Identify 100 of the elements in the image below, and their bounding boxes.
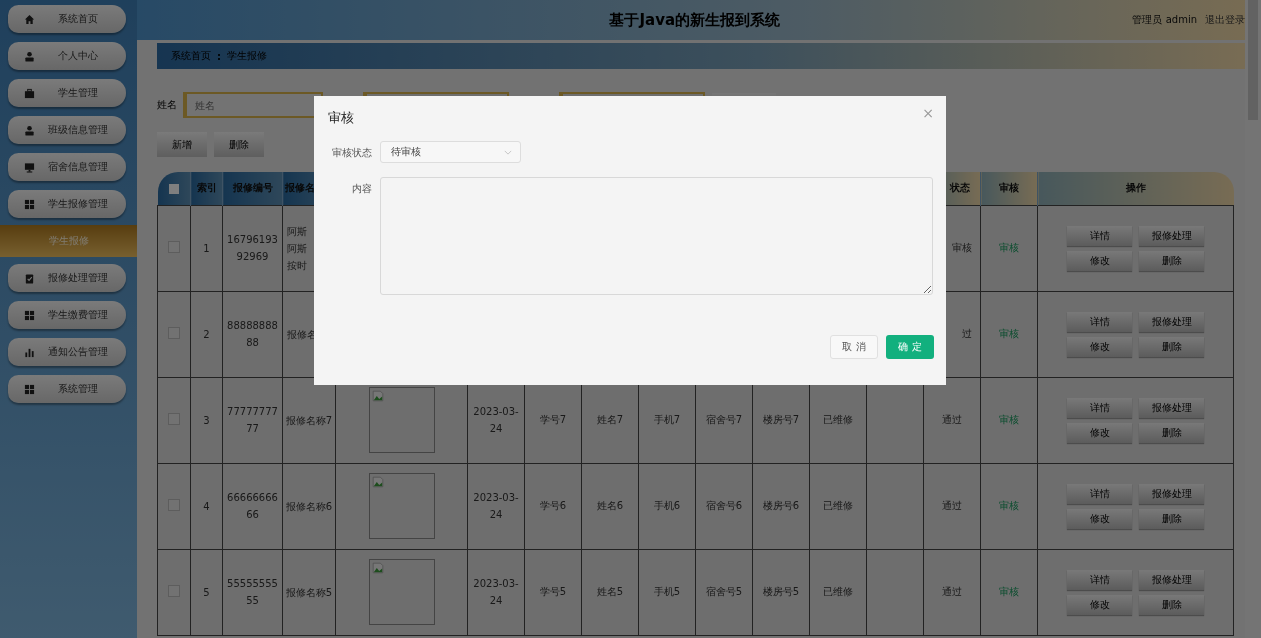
briefcase-icon [24,87,35,99]
content-textarea[interactable] [380,177,933,295]
grid-icon [24,198,35,210]
audit-link[interactable]: 审核 [999,414,1019,425]
app-title: 基于Java的新生报到系统 [608,10,782,30]
close-button[interactable]: × [920,106,936,120]
action-button[interactable]: 新增 [157,132,207,157]
row-action-button[interactable]: 详情 [1067,311,1132,332]
sidebar-item[interactable]: 班级信息管理 [8,116,126,144]
column-header: 审核 [980,172,1038,205]
row-action-button[interactable]: 修改 [1067,336,1132,357]
monitor-icon [24,161,35,173]
cancel-button[interactable]: 取 消 [830,335,878,359]
dialog-title: 审核 [328,109,354,127]
row-action-button[interactable]: 删除 [1139,336,1204,357]
grid-icon [24,383,35,395]
table-cell-text: 阿斯 [287,224,308,239]
row-action-button[interactable]: 修改 [1067,508,1132,529]
table-cell-text: 2023-03-24 [473,405,519,436]
person-icon [24,124,35,136]
table-cell: 审核 [952,242,972,253]
table-cell: 通过 [942,414,962,425]
select-all-checkbox[interactable] [168,183,179,194]
row-action-button[interactable]: 报修处理 [1139,397,1204,418]
breadcrumb-current: 学生报修 [227,49,267,63]
row-action-button[interactable]: 报修处理 [1139,311,1204,332]
table-cell: 通过 [942,500,962,511]
table-cell-text: 按时 [287,258,308,273]
sidebar-item[interactable]: 系统管理 [8,375,126,403]
sidebar-item[interactable]: 宿舍信息管理 [8,153,126,181]
field-label: 内容 [351,182,372,196]
search-label: 姓名 [157,98,177,112]
table-cell: 宿舍号7 [705,414,743,425]
table-cell: 姓名5 [596,586,624,597]
grid-icon [24,309,35,321]
table-cell: 手机7 [653,414,681,425]
row-action-button[interactable]: 修改 [1067,594,1132,615]
table-cell: 楼房号6 [762,500,800,511]
table-cell: 5 [190,549,223,635]
sidebar-item[interactable]: 个人中心 [8,42,126,70]
logout-link[interactable]: 退出登录 [1205,13,1245,27]
table-cell: 6666666666 [222,463,283,549]
table-cell: 楼房号7 [762,414,800,425]
clipboard-icon [24,272,35,284]
table-cell-text: 阿斯 [287,241,308,256]
table-cell: 1 [190,205,223,291]
table-cell: 宿舍号6 [705,500,743,511]
audit-link[interactable]: 审核 [999,586,1019,597]
table-cell: 8888888888 [222,291,283,377]
table-cell: 学号6 [539,500,567,511]
table-cell: 过 [962,328,972,339]
sidebar-item[interactable]: 系统首页 [8,5,126,33]
action-button[interactable]: 删除 [214,132,264,157]
row-action-button[interactable]: 报修处理 [1139,483,1204,504]
table-cell-text: 2023-03-24 [473,491,519,522]
table-cell: 报修名称5 [285,586,333,598]
table-cell: 通过 [942,586,962,597]
table-cell: 3 [190,377,223,463]
table-cell-text: 2023-03-24 [473,577,519,608]
row-action-button[interactable]: 详情 [1067,569,1132,590]
table-cell: 7777777777 [222,377,283,463]
table-cell: 学号7 [539,414,567,425]
sidebar-item[interactable]: 通知公告管理 [8,338,126,366]
table-cell: 报修名称7 [285,414,333,426]
row-action-button[interactable]: 详情 [1067,225,1132,246]
confirm-button[interactable]: 确 定 [886,335,934,359]
row-action-button[interactable]: 删除 [1139,422,1204,443]
row-action-button[interactable]: 报修处理 [1139,225,1204,246]
caret-icon [504,149,512,155]
broken-image-icon [371,476,384,488]
column-header: 索引 [190,172,223,205]
row-action-button[interactable]: 删除 [1139,594,1204,615]
broken-image-icon [371,562,384,574]
table-cell: 手机6 [653,500,681,511]
sidebar-item[interactable]: 报修处理管理 [8,264,126,292]
status-select[interactable]: 待审核 [380,141,521,163]
sidebar-item[interactable]: 学生报修管理 [8,190,126,218]
row-action-button[interactable]: 报修处理 [1139,569,1204,590]
table-cell: 报修名称6 [285,500,333,512]
column-header: 操作 [1037,172,1234,205]
sidebar-item[interactable]: 学生管理 [8,79,126,107]
row-action-button[interactable]: 修改 [1067,422,1132,443]
user-label: 管理员 admin [1132,13,1197,27]
row-action-button[interactable]: 删除 [1139,250,1204,271]
table-cell: 学号5 [539,586,567,597]
home-icon [24,13,35,25]
row-action-button[interactable]: 详情 [1067,397,1132,418]
table-cell: 4 [190,463,223,549]
table-cell: 手机5 [653,586,681,597]
audit-link[interactable]: 审核 [999,500,1019,511]
table-cell: 已维修 [823,500,853,511]
table-cell: 姓名7 [596,414,624,425]
audit-link[interactable]: 审核 [999,328,1019,339]
table-cell: 已维修 [823,414,853,425]
row-action-button[interactable]: 修改 [1067,250,1132,271]
bar-chart-icon [24,346,35,358]
sidebar-item[interactable]: 学生缴费管理 [8,301,126,329]
row-action-button[interactable]: 详情 [1067,483,1132,504]
row-action-button[interactable]: 删除 [1139,508,1204,529]
audit-link[interactable]: 审核 [999,242,1019,253]
